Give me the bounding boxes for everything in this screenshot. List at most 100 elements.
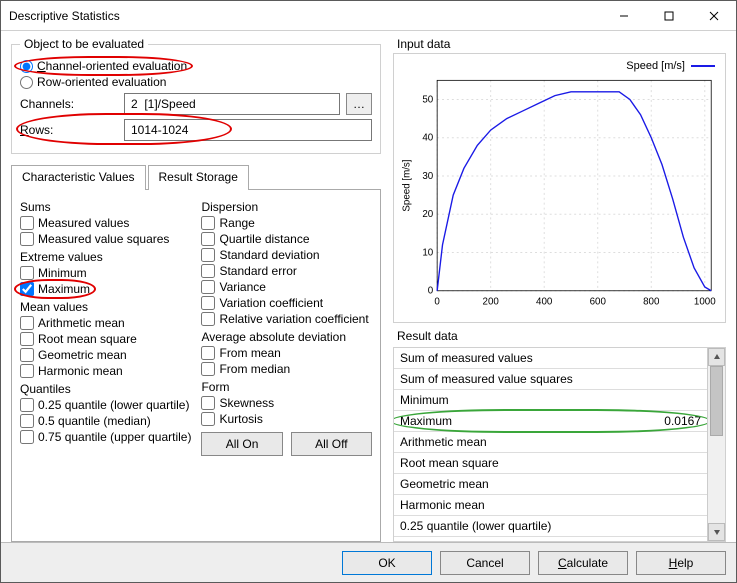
minimize-button[interactable] — [601, 1, 646, 31]
result-row[interactable]: 0.25 quantile (lower quartile) — [394, 516, 707, 537]
chk-geometric-mean[interactable]: Geometric mean — [20, 348, 191, 362]
chk-minimum[interactable]: Minimum — [20, 266, 191, 280]
chart-legend: Speed [m/s] — [626, 60, 715, 72]
chk-rel-var-coef[interactable]: Relative variation coefficient — [201, 312, 372, 326]
svg-text:50: 50 — [422, 94, 433, 105]
result-row-label: Root mean square — [400, 456, 621, 470]
chk-kurtosis[interactable]: Kurtosis — [201, 412, 372, 426]
chk-std-dev[interactable]: Standard deviation — [201, 248, 372, 262]
all-on-button[interactable]: All On — [201, 432, 282, 456]
channels-browse-button[interactable]: … — [346, 93, 372, 115]
chart-canvas: 0200400600800100001020304050Speed [m/s] — [398, 58, 721, 318]
result-row-label: 0.25 quantile (lower quartile) — [400, 519, 621, 533]
all-off-button[interactable]: All Off — [291, 432, 372, 456]
rows-row: Rows: — [20, 119, 372, 141]
result-row[interactable]: Root mean square — [394, 453, 707, 474]
svg-text:0: 0 — [434, 296, 440, 307]
dispersion-heading: Dispersion — [201, 200, 372, 214]
channel-oriented-row[interactable]: Channel-oriented evaluation — [20, 59, 372, 73]
svg-text:40: 40 — [422, 133, 433, 144]
svg-text:1000: 1000 — [694, 296, 716, 307]
result-table: Sum of measured values Sum of measured va… — [394, 348, 707, 541]
svg-text:20: 20 — [422, 209, 433, 220]
result-row[interactable]: Geometric mean — [394, 474, 707, 495]
row-oriented-radio[interactable] — [20, 76, 33, 89]
chk-q25[interactable]: 0.25 quantile (lower quartile) — [20, 398, 191, 412]
chk-measured-value-squares[interactable]: Measured value squares — [20, 232, 191, 246]
input-chart: Speed [m/s] 0200400600800100001020304050… — [393, 53, 726, 323]
chk-harmonic-mean[interactable]: Harmonic mean — [20, 364, 191, 378]
chk-maximum[interactable]: Maximum — [20, 282, 191, 296]
sums-heading: Sums — [20, 200, 191, 214]
result-scrollbar[interactable] — [707, 348, 725, 541]
result-row-label: Maximum — [400, 414, 621, 428]
tab-result-storage[interactable]: Result Storage — [148, 165, 249, 190]
svg-text:10: 10 — [422, 247, 433, 258]
channels-row: Channels: … — [20, 93, 372, 115]
result-row-label: Sum of measured values — [400, 351, 621, 365]
result-row[interactable]: Sum of measured values — [394, 348, 707, 369]
scroll-down-button[interactable] — [708, 523, 725, 541]
channels-input[interactable] — [124, 93, 340, 115]
cancel-button[interactable]: Cancel — [440, 551, 530, 575]
tab-characteristic-values[interactable]: Characteristic Values — [11, 165, 146, 190]
extreme-heading: Extreme values — [20, 250, 191, 264]
result-row[interactable]: Minimum — [394, 390, 707, 411]
rows-label: Rows: — [20, 123, 118, 137]
avgabs-heading: Average absolute deviation — [201, 330, 372, 344]
chk-range[interactable]: Range — [201, 216, 372, 230]
quantiles-heading: Quantiles — [20, 382, 191, 396]
scroll-up-button[interactable] — [708, 348, 725, 366]
result-row[interactable]: Arithmetic mean — [394, 432, 707, 453]
rows-input[interactable] — [124, 119, 372, 141]
object-to-evaluate-legend: Object to be evaluated — [20, 37, 148, 51]
close-button[interactable] — [691, 1, 736, 31]
result-row-label: 0.50 quantile (median) — [400, 540, 621, 541]
result-row[interactable]: Sum of measured value squares — [394, 369, 707, 390]
titlebar: Descriptive Statistics — [1, 1, 736, 31]
result-row-label: Geometric mean — [400, 477, 621, 491]
object-to-evaluate-group: Object to be evaluated Channel-oriented … — [11, 37, 381, 154]
chk-q50[interactable]: 0.5 quantile (median) — [20, 414, 191, 428]
row-oriented-row[interactable]: Row-oriented evaluation — [20, 75, 372, 89]
input-data-label: Input data — [397, 37, 726, 51]
chk-q75[interactable]: 0.75 quantile (upper quartile) — [20, 430, 191, 444]
calculate-button[interactable]: Calculate — [538, 551, 628, 575]
chk-quartile-distance[interactable]: Quartile distance — [201, 232, 372, 246]
svg-text:600: 600 — [590, 296, 607, 307]
window-title: Descriptive Statistics — [1, 9, 601, 23]
dialog-footer: OK Cancel Calculate Help — [1, 542, 736, 582]
scroll-thumb[interactable] — [710, 366, 723, 436]
chk-arithmetic-mean[interactable]: Arithmetic mean — [20, 316, 191, 330]
svg-text:0: 0 — [428, 286, 434, 297]
result-data-label: Result data — [397, 329, 726, 343]
help-button[interactable]: Help — [636, 551, 726, 575]
result-row[interactable]: Harmonic mean — [394, 495, 707, 516]
chk-skewness[interactable]: Skewness — [201, 396, 372, 410]
chk-std-err[interactable]: Standard error — [201, 264, 372, 278]
result-row-label: Minimum — [400, 393, 621, 407]
chk-from-median[interactable]: From median — [201, 362, 372, 376]
chk-variance[interactable]: Variance — [201, 280, 372, 294]
chk-rms[interactable]: Root mean square — [20, 332, 191, 346]
svg-text:800: 800 — [643, 296, 660, 307]
result-data-box: Sum of measured values Sum of measured va… — [393, 347, 726, 542]
result-row-label: Arithmetic mean — [400, 435, 621, 449]
channel-oriented-label: Channel-oriented evaluation — [37, 59, 187, 73]
chk-var-coef[interactable]: Variation coefficient — [201, 296, 372, 310]
maximize-button[interactable] — [646, 1, 691, 31]
svg-text:30: 30 — [422, 171, 433, 182]
result-row[interactable]: Maximum0.0167 — [394, 411, 707, 432]
chk-from-mean[interactable]: From mean — [201, 346, 372, 360]
chart-legend-swatch — [691, 65, 715, 67]
result-row-label: Sum of measured value squares — [400, 372, 621, 386]
chk-measured-values[interactable]: Measured values — [20, 216, 191, 230]
ok-button[interactable]: OK — [342, 551, 432, 575]
dialog-content: Object to be evaluated Channel-oriented … — [1, 31, 736, 582]
result-row[interactable]: 0.50 quantile (median) — [394, 537, 707, 541]
result-row-label: Harmonic mean — [400, 498, 621, 512]
channel-oriented-radio[interactable] — [20, 60, 33, 73]
chart-legend-text: Speed [m/s] — [626, 60, 685, 72]
svg-text:Speed [m/s]: Speed [m/s] — [402, 159, 413, 211]
scroll-track[interactable] — [708, 436, 725, 523]
